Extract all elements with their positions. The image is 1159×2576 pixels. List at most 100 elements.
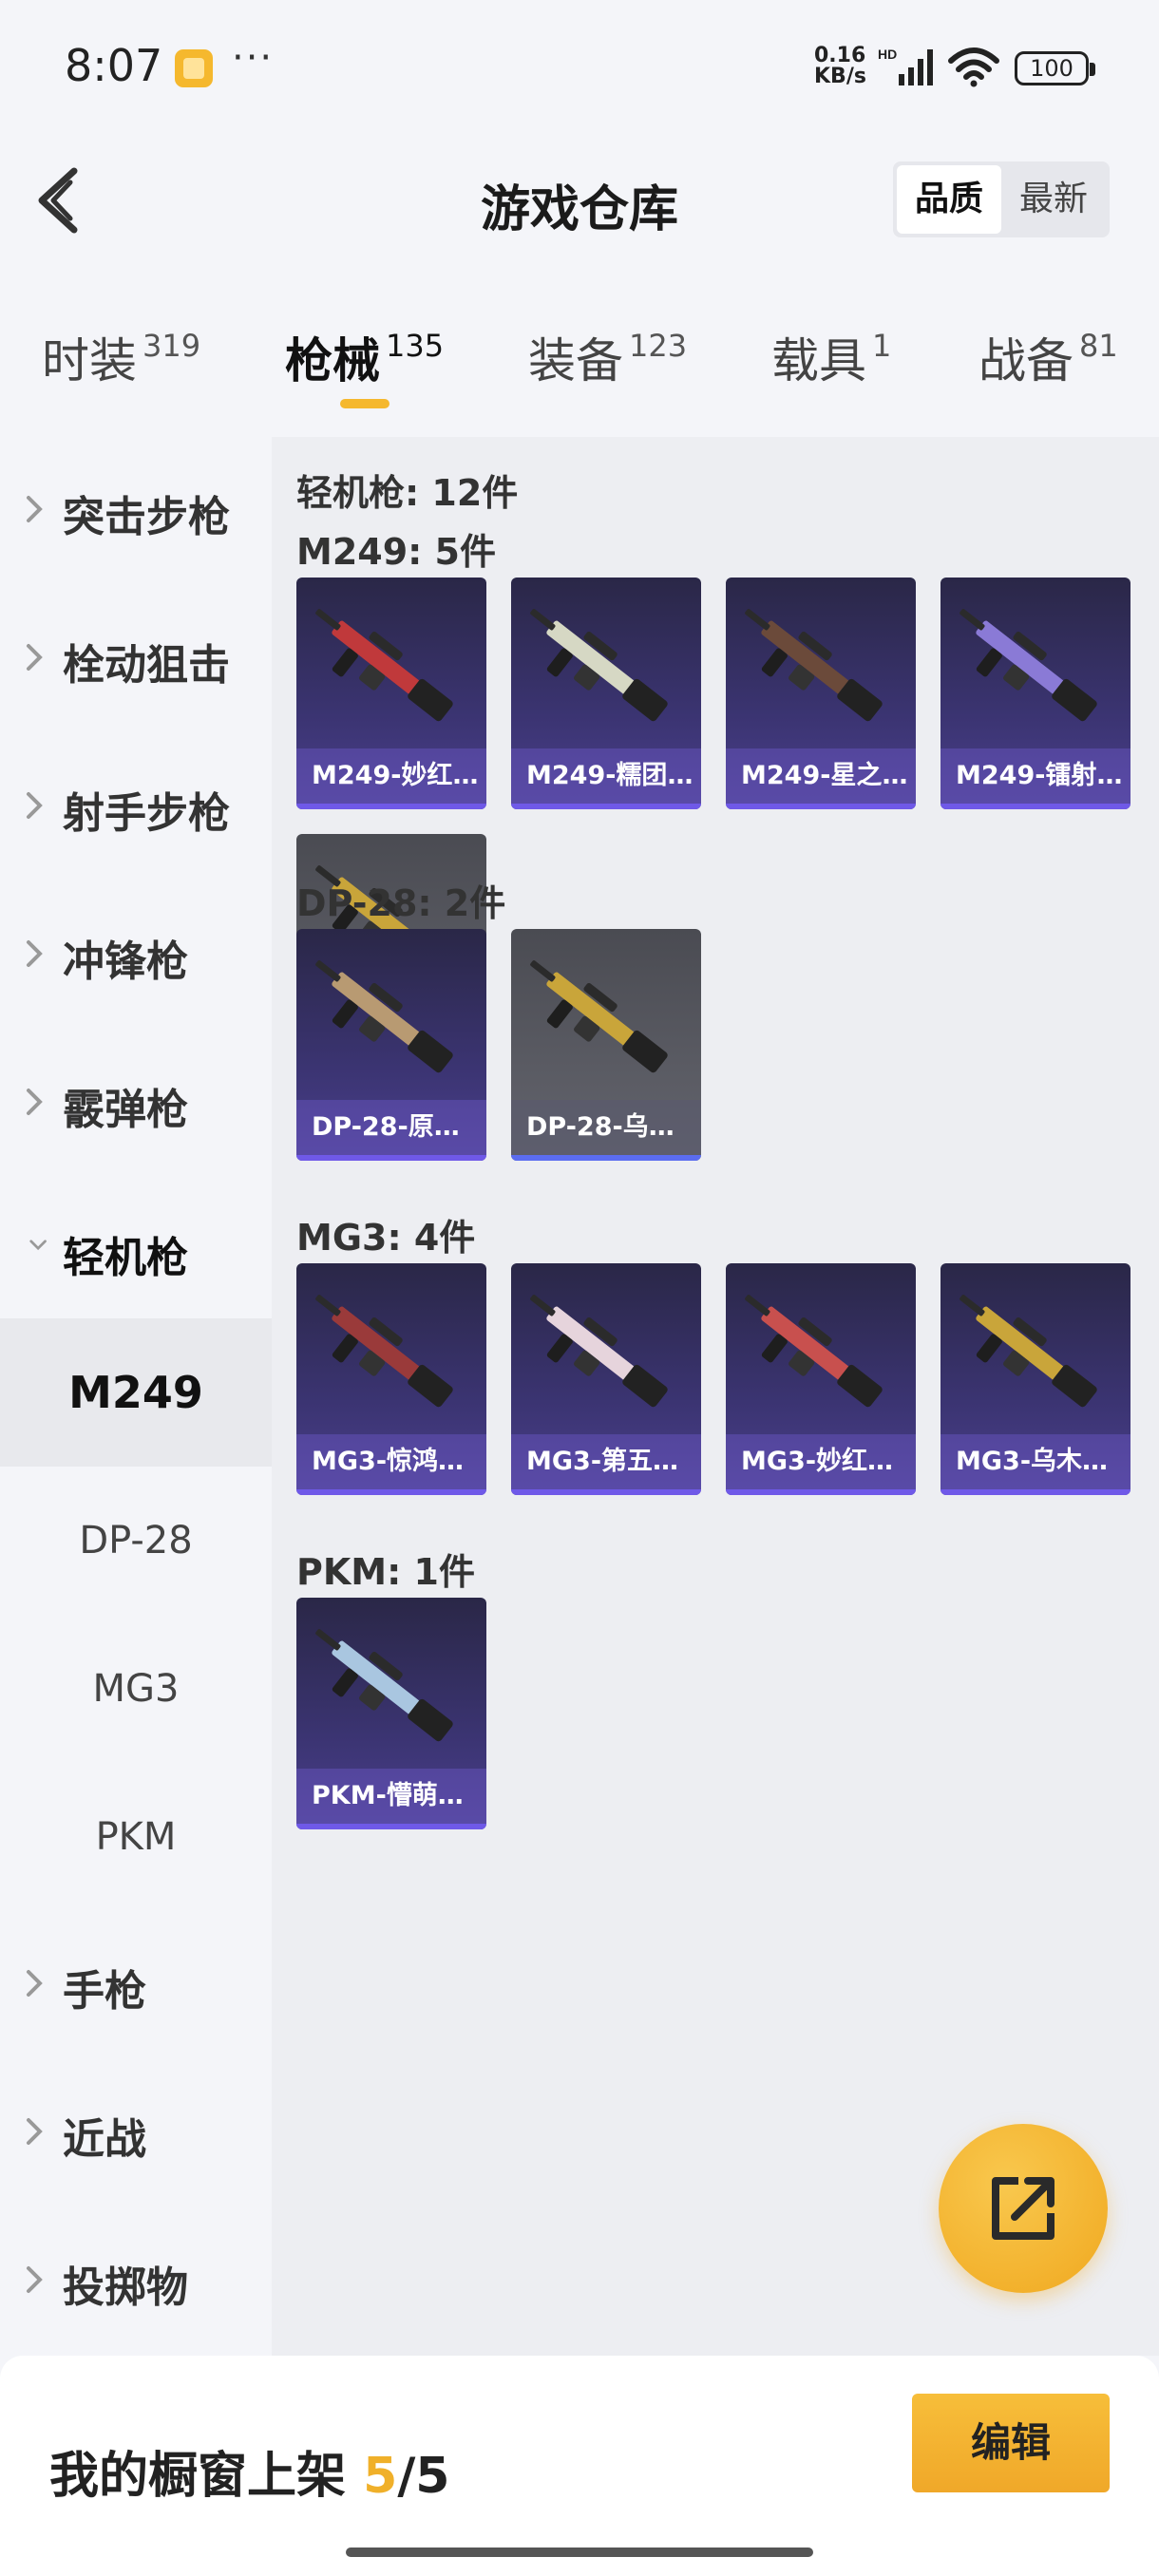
sort-by-newest-button[interactable]: 最新 bbox=[1001, 165, 1106, 234]
weapon-skin-card[interactable]: MG3-乌木金纹 bbox=[940, 1263, 1130, 1495]
showcase-status: 我的橱窗上架 5/5 bbox=[49, 2435, 450, 2507]
sidebar-item-lmg[interactable]: 轻机枪 bbox=[0, 1178, 272, 1326]
status-time: 8:07 bbox=[65, 40, 163, 91]
rarity-bar bbox=[940, 804, 1130, 809]
chevron-right-icon bbox=[27, 1970, 43, 1997]
chevron-right-icon bbox=[27, 940, 43, 967]
app-notification-icon bbox=[175, 49, 213, 87]
network-tag: HD bbox=[878, 47, 897, 62]
weapon-skin-name: PKM-懵萌河马 bbox=[296, 1769, 486, 1824]
sidebar-item-shotgun[interactable]: 霰弹枪 bbox=[0, 1030, 272, 1178]
sidebar-item-label: 手枪 bbox=[63, 1967, 146, 2016]
weapon-skin-card[interactable]: MG3-妙红点点 bbox=[726, 1263, 916, 1495]
sidebar-subitem-dp28[interactable]: DP-28 bbox=[0, 1467, 272, 1615]
sidebar-item-label: 射手步枪 bbox=[63, 789, 230, 838]
battery-icon: 100 bbox=[1015, 51, 1095, 85]
home-indicator[interactable] bbox=[346, 2548, 813, 2557]
sidebar-subitem-m249[interactable]: M249 bbox=[0, 1318, 272, 1467]
group-heading: M249: 5件 bbox=[296, 531, 497, 573]
share-export-icon bbox=[992, 2177, 1054, 2240]
sidebar-item-label: 冲锋枪 bbox=[63, 938, 188, 986]
category-summary: 轻机枪: 12件 bbox=[296, 472, 519, 514]
sidebar-item-marksman-rifle[interactable]: 射手步枪 bbox=[0, 733, 272, 881]
weapon-skin-card[interactable]: M249-镭射... bbox=[940, 578, 1130, 809]
category-tabs: 时装 319 枪械 135 装备 123 载具 1 战备 81 bbox=[0, 304, 1159, 437]
rarity-bar bbox=[511, 1155, 701, 1161]
sidebar-item-throwables[interactable]: 投掷物 bbox=[0, 2207, 272, 2356]
gun-skin-image bbox=[530, 1295, 668, 1408]
gun-skin-image bbox=[315, 1629, 453, 1742]
weapon-skin-name: DP-28-原初... bbox=[296, 1100, 486, 1155]
weapon-skin-card[interactable]: DP-28-乌木... bbox=[511, 929, 701, 1161]
weapon-type-sidebar: 突击步枪 栓动狙击 射手步枪 冲锋枪 霰弹枪 轻机枪 M249 DP-28 MG… bbox=[0, 437, 272, 2356]
tab-equipment[interactable]: 装备 123 bbox=[528, 323, 687, 391]
weapon-skin-card[interactable]: PKM-懵萌河马 bbox=[296, 1598, 486, 1829]
chevron-right-icon bbox=[27, 1089, 43, 1115]
weapon-skin-card[interactable]: M249-糯团... bbox=[511, 578, 701, 809]
tab-tactical[interactable]: 战备 81 bbox=[978, 323, 1118, 391]
sidebar-item-bolt-sniper[interactable]: 栓动狙击 bbox=[0, 585, 272, 733]
rarity-bar bbox=[940, 1489, 1130, 1495]
group-heading: PKM: 1件 bbox=[296, 1551, 475, 1593]
gun-skin-image bbox=[530, 960, 668, 1073]
sidebar-item-label: 近战 bbox=[63, 2115, 146, 2164]
rarity-bar bbox=[296, 804, 486, 809]
weapon-skin-card[interactable]: MG3-第五大道 bbox=[511, 1263, 701, 1495]
gun-skin-image bbox=[530, 609, 668, 722]
sort-toggle: 品质 最新 bbox=[893, 161, 1110, 237]
weapon-skin-name: M249-妙红... bbox=[296, 748, 486, 804]
sidebar-item-smg[interactable]: 冲锋枪 bbox=[0, 881, 272, 1030]
chevron-right-icon bbox=[27, 2266, 43, 2293]
chevron-right-icon bbox=[27, 792, 43, 819]
tab-fashion[interactable]: 时装 319 bbox=[42, 323, 200, 391]
showcase-current-count: 5 bbox=[363, 2448, 398, 2505]
sidebar-subitem-pkm[interactable]: PKM bbox=[0, 1763, 272, 1911]
showcase-label: 我的橱窗上架 bbox=[49, 2448, 347, 2505]
edit-button[interactable]: 编辑 bbox=[912, 2394, 1110, 2492]
tab-vehicles[interactable]: 载具 1 bbox=[771, 323, 891, 391]
sidebar-item-assault-rifle[interactable]: 突击步枪 bbox=[0, 437, 272, 585]
gun-skin-image bbox=[315, 960, 453, 1073]
weapon-skin-card[interactable]: MG3-惊鸿侠骨 bbox=[296, 1263, 486, 1495]
bottom-bar: 我的橱窗上架 5/5 编辑 bbox=[0, 2356, 1159, 2576]
rarity-bar bbox=[296, 1824, 486, 1829]
sidebar-item-label: 投掷物 bbox=[63, 2263, 188, 2312]
chevron-right-icon bbox=[27, 644, 43, 671]
gun-skin-image bbox=[960, 609, 1097, 722]
rarity-bar bbox=[511, 804, 701, 809]
weapon-skin-name: M249-糯团... bbox=[511, 748, 701, 804]
tab-firearms[interactable]: 枪械 135 bbox=[285, 323, 444, 391]
gun-skin-image bbox=[960, 1295, 1097, 1408]
rarity-bar bbox=[726, 804, 916, 809]
share-button[interactable] bbox=[939, 2124, 1108, 2293]
group-heading: MG3: 4件 bbox=[296, 1217, 476, 1259]
tab-label: 装备 bbox=[528, 333, 623, 388]
chevron-right-icon bbox=[27, 2118, 43, 2145]
sidebar-subitem-mg3[interactable]: MG3 bbox=[0, 1615, 272, 1763]
gun-skin-image bbox=[745, 1295, 883, 1408]
weapon-skin-name: MG3-第五大道 bbox=[511, 1434, 701, 1489]
gun-skin-image bbox=[315, 1295, 453, 1408]
sidebar-item-label: 栓动狙击 bbox=[63, 641, 230, 690]
sidebar-item-pistol[interactable]: 手枪 bbox=[0, 1911, 272, 2059]
weapon-skin-name: M249-镭射... bbox=[940, 748, 1130, 804]
active-tab-indicator bbox=[340, 399, 390, 408]
weapon-skin-card[interactable]: DP-28-原初... bbox=[296, 929, 486, 1161]
weapon-skin-card[interactable]: M249-星之... bbox=[726, 578, 916, 809]
tab-count: 135 bbox=[386, 328, 445, 364]
tab-label: 载具 bbox=[771, 333, 866, 388]
page-header: 游戏仓库 品质 最新 bbox=[0, 133, 1159, 266]
tab-count: 319 bbox=[142, 328, 201, 364]
tab-count: 123 bbox=[629, 328, 688, 364]
sort-by-quality-button[interactable]: 品质 bbox=[897, 165, 1001, 234]
weapon-skin-name: MG3-惊鸿侠骨 bbox=[296, 1434, 486, 1489]
sidebar-item-melee[interactable]: 近战 bbox=[0, 2059, 272, 2207]
wifi-icon bbox=[948, 47, 999, 87]
more-notifications-icon: ··· bbox=[232, 36, 275, 80]
tab-count: 1 bbox=[872, 328, 892, 364]
weapon-skin-card[interactable]: M249-妙红... bbox=[296, 578, 486, 809]
gun-skin-image bbox=[745, 609, 883, 722]
weapon-skin-name: MG3-妙红点点 bbox=[726, 1434, 916, 1489]
weapon-skin-name: MG3-乌木金纹 bbox=[940, 1434, 1130, 1489]
tab-count: 81 bbox=[1079, 328, 1118, 364]
